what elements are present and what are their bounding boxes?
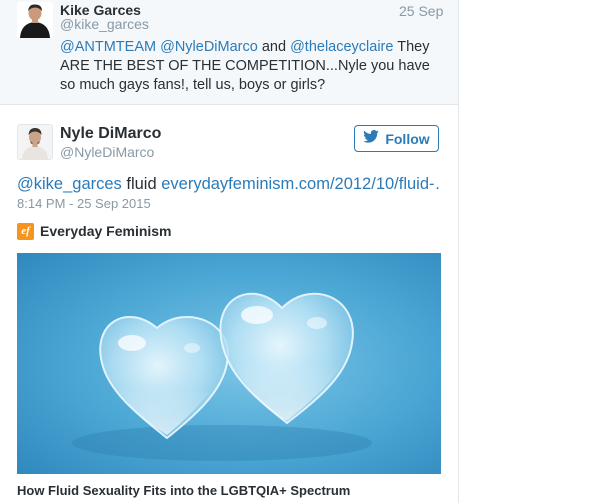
card-source[interactable]: ef Everyday Feminism [17, 221, 172, 241]
everyday-feminism-logo-icon: ef [17, 222, 34, 240]
author-handle[interactable]: @NyleDiMarco [60, 144, 154, 160]
reply-avatar[interactable] [17, 2, 53, 38]
reply-tweet: Kike Garces @kike_garces 25 Sep @ANTMTEA… [0, 0, 458, 105]
reply-text-and: and [257, 39, 291, 55]
mention-antmteam[interactable]: @ANTMTEAM [60, 39, 156, 55]
reply-author-handle[interactable]: @kike_garces [60, 16, 149, 32]
card-source-name: Everyday Feminism [40, 223, 172, 239]
tweet-card: Kike Garces @kike_garces 25 Sep @ANTMTEA… [0, 0, 459, 503]
follow-button[interactable]: Follow [354, 125, 439, 152]
reply-date[interactable]: 25 Sep [399, 3, 443, 19]
tweet-text: @kike_garces fluid everydayfeminism.com/… [17, 174, 442, 194]
mention-thelaceyclaire[interactable]: @thelaceyclaire [290, 39, 393, 55]
card-image[interactable] [17, 253, 441, 474]
tweet-timestamp[interactable]: 8:14 PM - 25 Sep 2015 [17, 196, 151, 211]
tweet-embed: Kike Garces @kike_garces 25 Sep @ANTMTEA… [0, 0, 600, 503]
tweet-word: fluid [121, 175, 162, 193]
mention-nyledimarco[interactable]: @NyleDiMarco [160, 39, 258, 55]
mention-kike-garces[interactable]: @kike_garces [17, 175, 122, 193]
author-avatar[interactable] [17, 124, 53, 160]
twitter-bird-icon [363, 129, 380, 148]
reply-text: @ANTMTEAM @NyleDiMarco and @thelaceyclai… [60, 38, 448, 95]
card-title[interactable]: How Fluid Sexuality Fits into the LGBTQI… [17, 483, 350, 498]
tweet-link[interactable]: everydayfeminism.com/2012/10/fluid-… [161, 175, 442, 193]
author-name[interactable]: Nyle DiMarco [60, 125, 161, 143]
follow-label: Follow [385, 130, 430, 147]
